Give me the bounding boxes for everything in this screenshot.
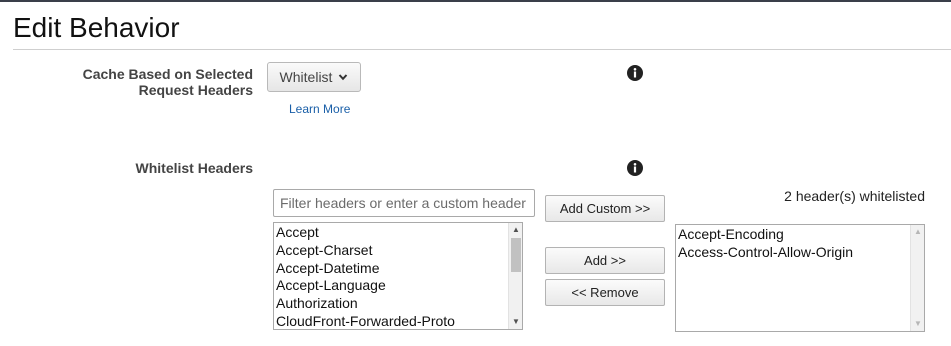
whitelist-headers-label: Whitelist Headers <box>135 160 253 176</box>
scroll-down-arrow-icon[interactable]: ▼ <box>911 318 924 330</box>
scrollbar-thumb[interactable] <box>511 238 521 272</box>
remove-button[interactable]: << Remove <box>545 279 665 306</box>
available-header-item[interactable]: Authorization <box>274 295 522 313</box>
cache-headers-dropdown-value: Whitelist <box>279 69 333 85</box>
cache-headers-label-line2: Request Headers <box>138 82 253 98</box>
title-divider <box>13 49 951 50</box>
info-icon[interactable] <box>627 160 643 176</box>
scroll-up-arrow-icon[interactable]: ▲ <box>509 224 522 236</box>
whitelisted-header-item[interactable]: Access-Control-Allow-Origin <box>676 244 924 262</box>
available-header-item[interactable]: Accept-Charset <box>274 242 522 260</box>
scroll-up-arrow-icon[interactable]: ▲ <box>911 226 924 238</box>
available-header-item[interactable]: Accept-Datetime <box>274 260 522 278</box>
whitelisted-headers-list[interactable]: Accept-Encoding Access-Control-Allow-Ori… <box>675 224 925 332</box>
cache-headers-label-line1: Cache Based on Selected <box>82 66 253 82</box>
whitelisted-header-item[interactable]: Accept-Encoding <box>676 226 924 244</box>
page-title: Edit Behavior <box>13 12 180 43</box>
available-header-item[interactable]: CloudFront-Forwarded-Proto <box>274 313 522 329</box>
cache-headers-dropdown[interactable]: Whitelist <box>267 62 361 92</box>
chevron-down-icon <box>339 74 348 81</box>
available-headers-scrollbar[interactable]: ▲ ▼ <box>508 223 522 329</box>
whitelisted-count: 2 header(s) whitelisted <box>784 188 925 204</box>
header-filter-input[interactable] <box>273 189 535 217</box>
cache-headers-label: Cache Based on Selected Request Headers <box>83 66 253 98</box>
info-icon[interactable] <box>627 65 643 81</box>
available-headers-list[interactable]: Accept Accept-Charset Accept-Datetime Ac… <box>273 222 523 330</box>
learn-more-link[interactable]: Learn More <box>289 102 350 116</box>
available-header-item[interactable]: Accept <box>274 224 522 242</box>
add-custom-button[interactable]: Add Custom >> <box>545 195 665 222</box>
whitelisted-headers-scrollbar[interactable]: ▲ ▼ <box>910 225 924 331</box>
available-header-item[interactable]: Accept-Language <box>274 277 522 295</box>
scroll-down-arrow-icon[interactable]: ▼ <box>509 316 522 328</box>
add-button[interactable]: Add >> <box>545 247 665 274</box>
